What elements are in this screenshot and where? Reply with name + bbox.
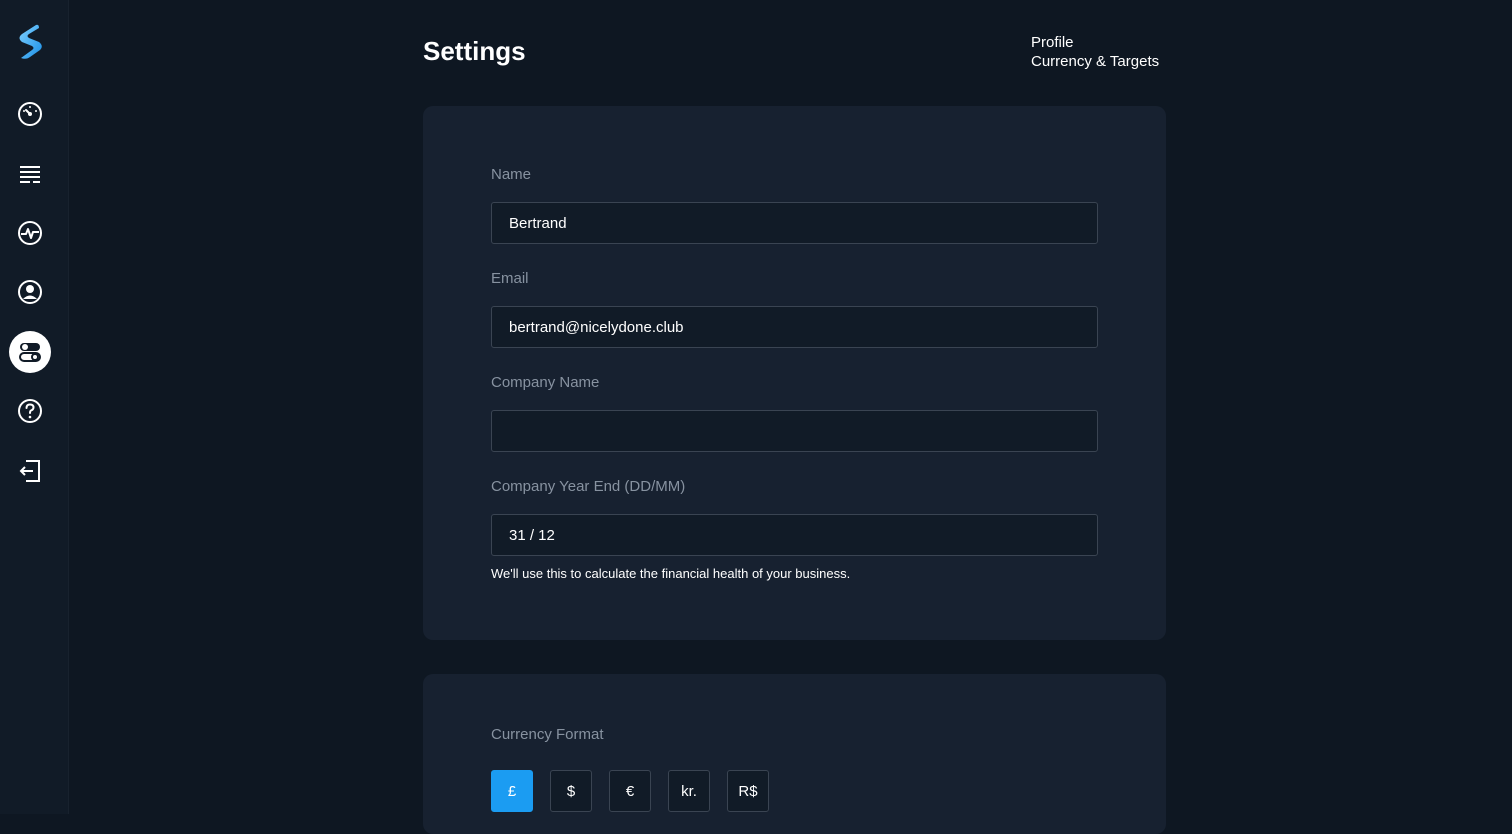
currency-options: £ $ € kr. R$ xyxy=(491,770,769,812)
currency-gbp-button[interactable]: £ xyxy=(491,770,533,812)
page-title: Settings xyxy=(423,36,526,66)
nav-logout[interactable] xyxy=(9,450,51,492)
year-end-input[interactable] xyxy=(491,514,1098,556)
toggle-settings-icon xyxy=(19,343,41,362)
nav-dashboard[interactable] xyxy=(9,93,51,135)
currency-kr-button[interactable]: kr. xyxy=(668,770,710,812)
nav-activity[interactable] xyxy=(9,212,51,254)
nav-link-currency-targets[interactable]: Currency & Targets xyxy=(1031,53,1159,71)
page-section-nav: Profile Currency & Targets xyxy=(1031,34,1159,71)
email-input[interactable] xyxy=(491,306,1098,348)
company-name-input[interactable] xyxy=(491,410,1098,452)
sidebar xyxy=(0,0,69,814)
nav-profile[interactable] xyxy=(9,271,51,313)
list-icon xyxy=(20,166,40,183)
currency-format-label: Currency Format xyxy=(491,726,604,743)
company-name-label: Company Name xyxy=(491,374,600,391)
profile-card: Name Email Company Name Company Year End… xyxy=(423,106,1166,640)
year-end-helper-text: We'll use this to calculate the financia… xyxy=(491,566,851,581)
year-end-label: Company Year End (DD/MM) xyxy=(491,478,686,495)
nav-list[interactable] xyxy=(9,153,51,195)
currency-usd-button[interactable]: $ xyxy=(550,770,592,812)
dashboard-gauge-icon xyxy=(18,102,42,126)
logo-icon[interactable] xyxy=(14,22,46,62)
name-input[interactable] xyxy=(491,202,1098,244)
logout-icon xyxy=(19,460,40,482)
currency-brl-button[interactable]: R$ xyxy=(727,770,769,812)
email-label: Email xyxy=(491,270,529,287)
activity-pulse-icon xyxy=(18,221,42,245)
help-question-icon xyxy=(18,399,42,423)
currency-eur-button[interactable]: € xyxy=(609,770,651,812)
name-label: Name xyxy=(491,166,532,183)
nav-link-profile[interactable]: Profile xyxy=(1031,34,1159,52)
user-profile-icon xyxy=(18,280,42,304)
nav-help[interactable] xyxy=(9,390,51,432)
nav-settings[interactable] xyxy=(9,331,51,373)
currency-card: Currency Format £ $ € kr. R$ xyxy=(423,674,1166,834)
